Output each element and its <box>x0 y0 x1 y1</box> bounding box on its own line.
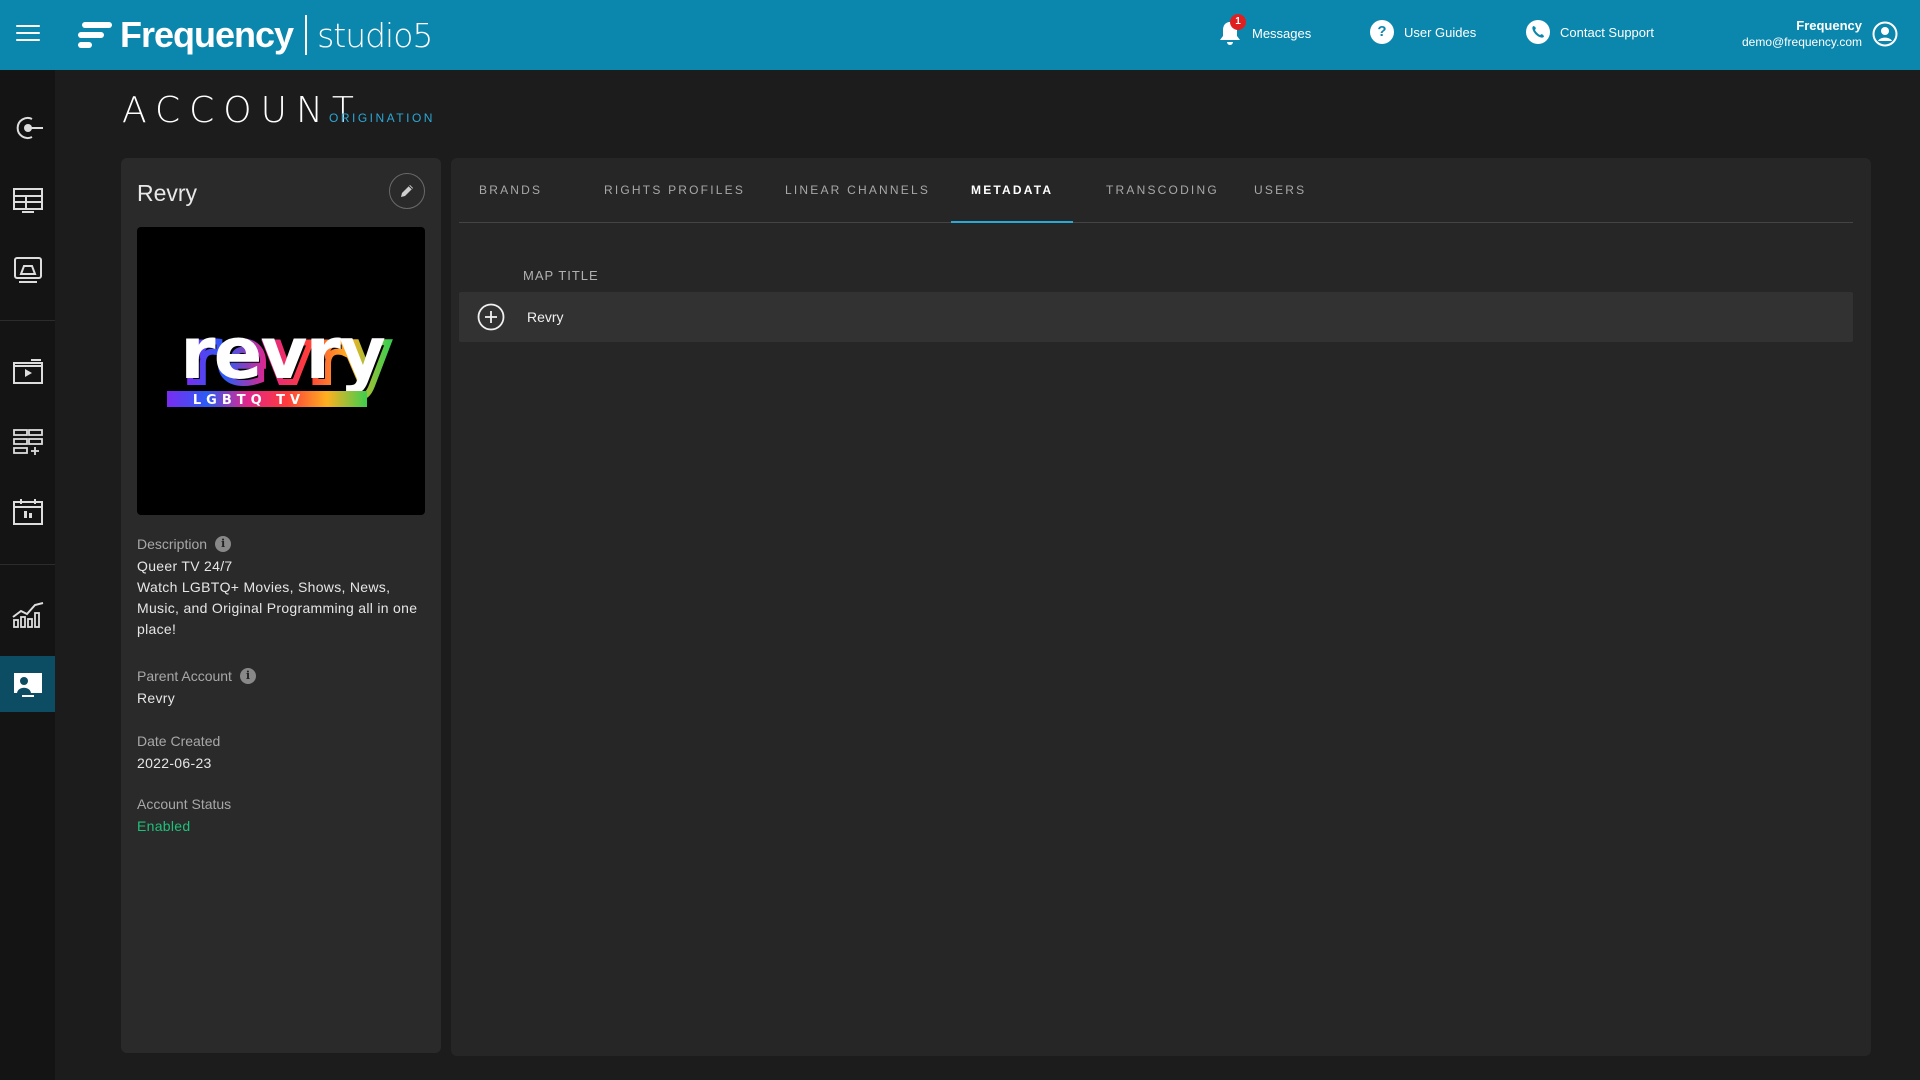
layout-grid-icon <box>12 188 43 213</box>
date-created-value: 2022-06-23 <box>137 755 212 771</box>
origination-icon <box>16 117 43 139</box>
sidebar-item-media[interactable] <box>0 344 55 400</box>
account-status-label: Account Status <box>137 796 232 812</box>
description-label-text: Description <box>137 536 208 552</box>
user-name: Frequency <box>1796 18 1862 33</box>
info-icon[interactable]: i <box>239 668 256 684</box>
messages-label: Messages <box>1252 25 1312 41</box>
sidebar-item-playlists[interactable] <box>0 414 55 470</box>
date-created-label: Date Created <box>137 733 221 749</box>
contact-support-button[interactable]: Contact Support <box>1526 20 1654 44</box>
bell-icon: 1 <box>1218 14 1246 46</box>
tab-transcoding[interactable]: TRANSCODING <box>1086 158 1239 223</box>
sidebar <box>0 70 55 1080</box>
help-icon: ? <box>1370 20 1394 44</box>
sidebar-item-schedule[interactable] <box>0 484 55 540</box>
account-status-value: Enabled <box>137 818 191 834</box>
page-subtitle: ORIGINATION <box>329 111 435 125</box>
sidebar-item-origination[interactable] <box>0 100 55 156</box>
map-title-cell[interactable]: Revry <box>527 309 564 325</box>
description-label: Description i <box>137 536 232 552</box>
pencil-icon <box>401 185 413 197</box>
description-line-1: Queer TV 24/7 <box>137 558 233 574</box>
tab-bar: BRANDS RIGHTS PROFILES LINEAR CHANNELS M… <box>459 158 1853 223</box>
user-guides-button[interactable]: ? User Guides <box>1370 20 1476 44</box>
add-list-icon <box>12 429 43 455</box>
tab-rights-profiles[interactable]: RIGHTS PROFILES <box>584 158 765 223</box>
messages-button[interactable]: 1 Messages <box>1218 14 1312 46</box>
tab-users[interactable]: USERS <box>1234 158 1326 223</box>
parent-account-value: Revry <box>137 690 176 706</box>
sidebar-item-devices[interactable] <box>0 242 55 298</box>
tab-brands[interactable]: BRANDS <box>459 158 562 223</box>
account-name: Revry <box>137 180 198 206</box>
contact-support-label: Contact Support <box>1560 24 1654 40</box>
account-tabs-panel: BRANDS RIGHTS PROFILES LINEAR CHANNELS M… <box>451 158 1871 1056</box>
plus-circle-icon[interactable] <box>477 303 505 331</box>
user-email: demo@frequency.com <box>1741 35 1862 49</box>
sidebar-divider <box>0 564 55 565</box>
tab-metadata[interactable]: METADATA <box>951 158 1074 223</box>
sidebar-item-account[interactable] <box>0 656 55 712</box>
app-logo[interactable]: Frequency studio5 <box>78 14 433 56</box>
monitor-icon <box>13 257 42 283</box>
logo-tagline: LGBTQ TV <box>193 393 305 408</box>
analytics-icon <box>11 602 43 628</box>
frequency-logo-icon <box>78 22 112 48</box>
user-menu[interactable]: Frequency demo@frequency.com <box>1742 18 1862 49</box>
table-row[interactable]: Revry <box>459 292 1853 342</box>
sidebar-item-layouts[interactable] <box>0 172 55 228</box>
parent-account-label-text: Parent Account <box>137 668 232 684</box>
user-avatar-icon[interactable] <box>1872 21 1898 47</box>
user-guides-label: User Guides <box>1404 24 1477 40</box>
account-icon <box>13 673 42 697</box>
description-line-2: Watch LGBTQ+ Movies, Shows, News, Music,… <box>137 579 418 637</box>
tab-linear-channels[interactable]: LINEAR CHANNELS <box>765 158 950 223</box>
logo-wordmark: revry <box>180 311 385 395</box>
account-details-panel: Revry revry revry LGBTQ TV Description i… <box>121 158 441 1053</box>
phone-icon <box>1526 20 1550 44</box>
calendar-icon <box>12 499 43 525</box>
messages-count-badge: 1 <box>1230 14 1246 30</box>
info-icon[interactable]: i <box>215 536 232 552</box>
sidebar-divider <box>0 320 55 321</box>
parent-account-label: Parent Account i <box>137 668 256 684</box>
top-bar: Frequency studio5 1 Messages ? User Guid… <box>0 0 1920 70</box>
menu-icon[interactable] <box>16 25 40 45</box>
page-title: ACCOUNT <box>122 90 363 131</box>
product-name: studio5 <box>317 15 433 55</box>
logo-divider <box>305 15 308 55</box>
map-title-column-header: MAP TITLE <box>523 268 599 283</box>
account-logo: revry revry LGBTQ TV <box>137 227 425 515</box>
sidebar-item-analytics[interactable] <box>0 586 55 642</box>
brand-name: Frequency <box>120 14 294 55</box>
revry-logo-image: revry revry LGBTQ TV <box>167 311 394 408</box>
edit-account-button[interactable] <box>389 173 425 209</box>
video-folder-icon <box>12 359 43 384</box>
